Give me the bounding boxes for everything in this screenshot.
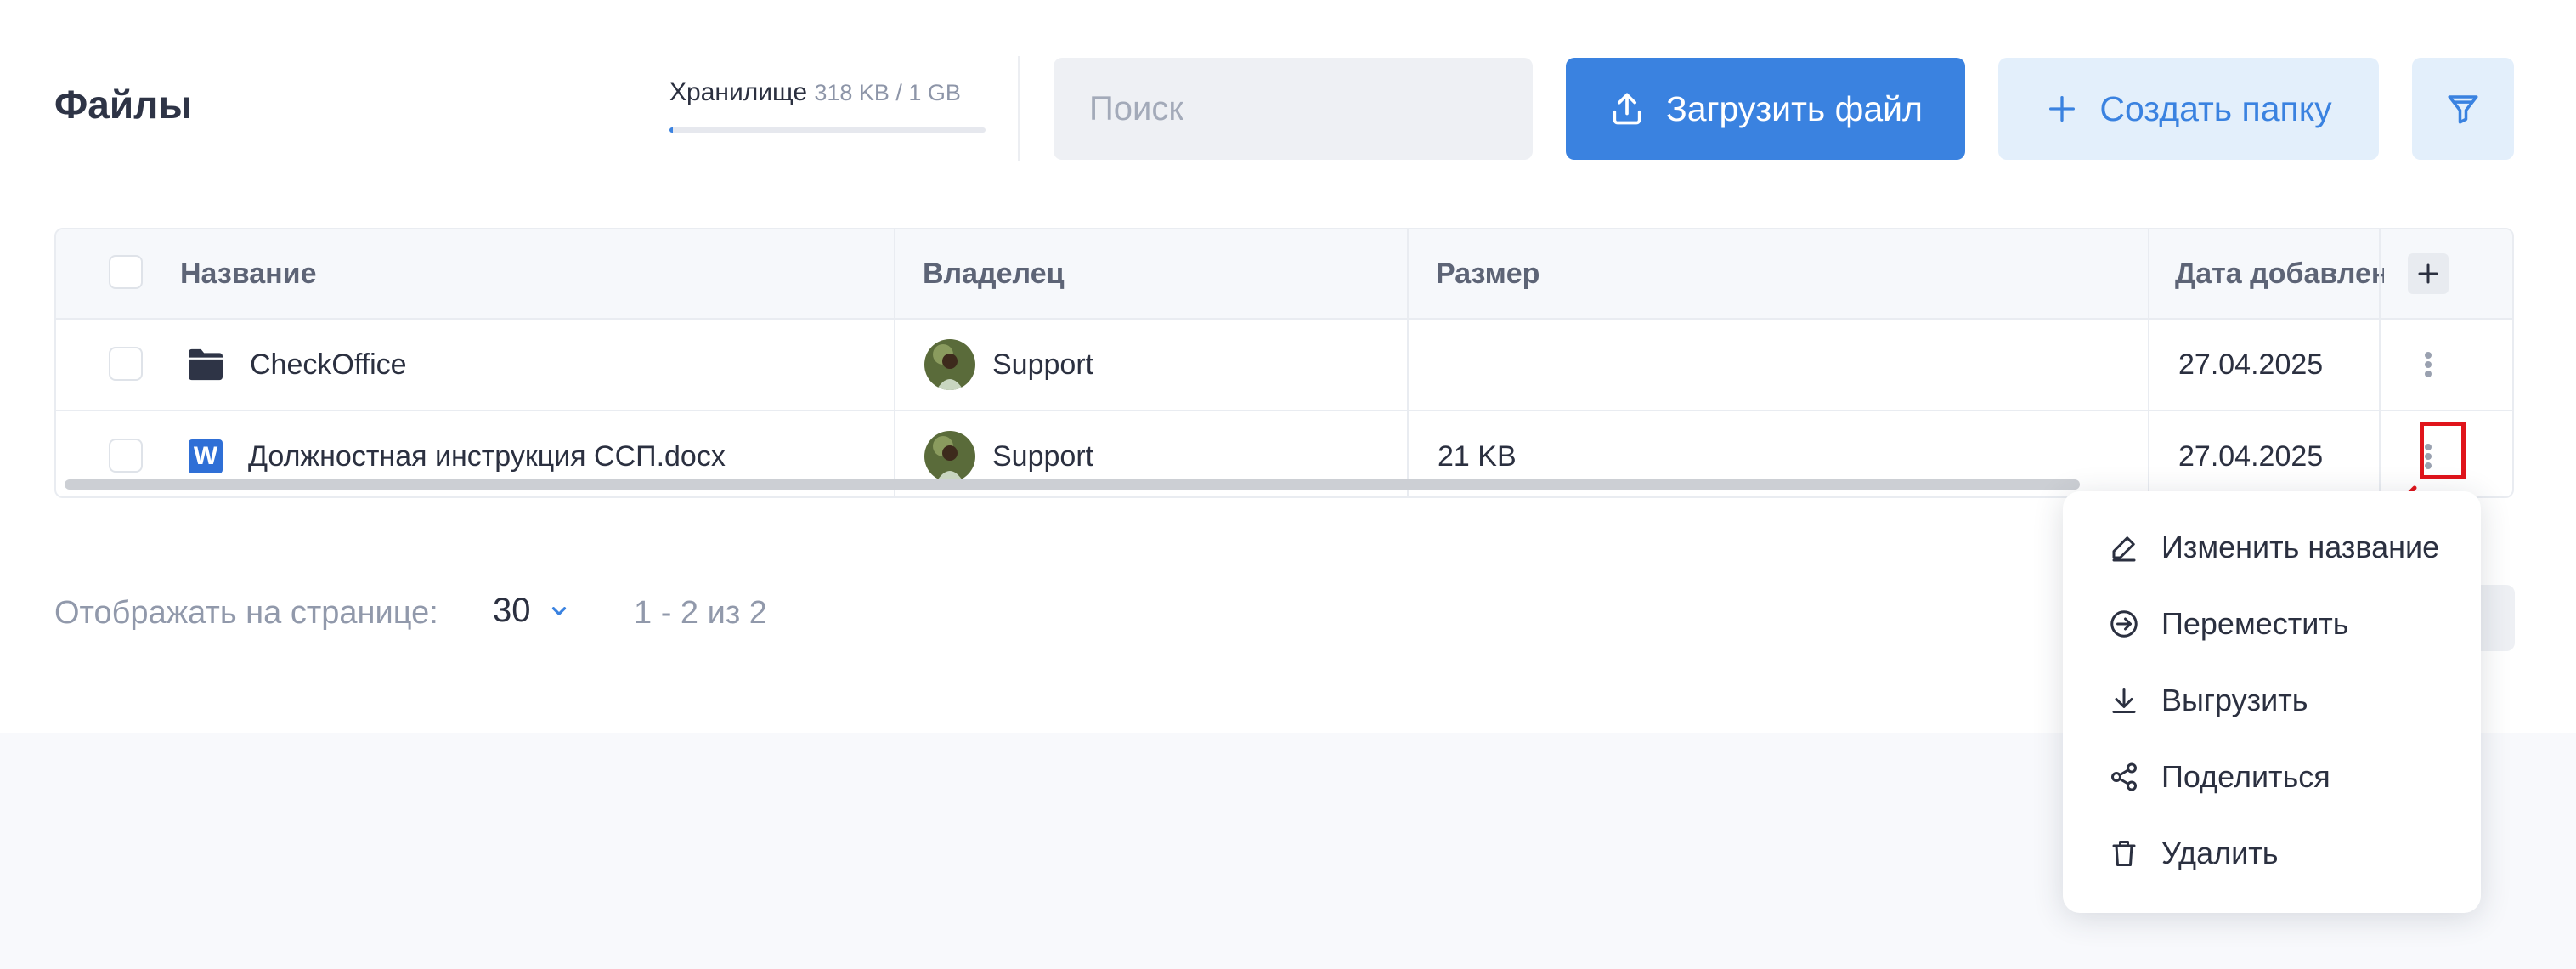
highlight-annotation (2420, 422, 2466, 479)
date-added: 27.04.2025 (2178, 348, 2324, 381)
menu-item-label: Переместить (2161, 606, 2349, 641)
owner-name: Support (992, 348, 1094, 381)
edit-icon (2112, 536, 2136, 562)
plus-icon (2418, 264, 2438, 284)
plus-icon (2049, 96, 2076, 122)
storage-value: 318 KB / 1 GB (814, 80, 961, 105)
storage-indicator: Хранилище 318 KB / 1 GB (669, 78, 986, 133)
file-name[interactable]: Должностная инструкция ССП.docx (248, 440, 726, 473)
row-actions-button[interactable] (2411, 348, 2445, 382)
menu-item-label: Поделиться (2161, 759, 2330, 794)
column-header-date[interactable]: Дата добавления (2175, 230, 2384, 318)
avatar (924, 431, 975, 482)
filter-icon (2448, 95, 2478, 124)
folder-icon (189, 348, 223, 381)
menu-item-delete[interactable]: Удалить (2109, 826, 2278, 881)
search-input[interactable] (1054, 58, 1533, 160)
table-row[interactable]: CheckOffice Support 27.04.2025 (56, 320, 2512, 411)
menu-item-move[interactable]: Переместить (2109, 597, 2349, 651)
move-icon (2110, 610, 2138, 638)
row-checkbox[interactable] (109, 439, 143, 473)
file-name[interactable]: CheckOffice (250, 348, 407, 382)
column-header-owner[interactable]: Владелец (923, 230, 1398, 318)
more-vertical-icon (2425, 352, 2432, 377)
date-added: 27.04.2025 (2178, 439, 2324, 473)
filter-button[interactable] (2412, 58, 2514, 160)
chevron-down-icon (551, 606, 566, 615)
download-icon (2112, 688, 2136, 713)
row-checkbox[interactable] (109, 347, 143, 381)
create-folder-label: Создать папку (2099, 88, 2332, 128)
upload-icon (1613, 93, 1641, 125)
menu-item-label: Выгрузить (2161, 683, 2308, 717)
horizontal-scrollbar[interactable] (65, 479, 2080, 490)
row-context-menu: Изменить название Переместить Выгрузить … (2063, 491, 2481, 913)
header-divider (1018, 56, 1020, 162)
share-icon (2111, 762, 2137, 791)
per-page-label: Отображать на странице: (54, 595, 438, 631)
word-document-icon: W (189, 439, 223, 473)
menu-item-rename[interactable]: Изменить название (2109, 520, 2439, 575)
menu-item-share[interactable]: Поделиться (2109, 750, 2330, 804)
owner-name: Support (992, 439, 1094, 473)
add-column-button[interactable] (2408, 253, 2449, 294)
per-page-value: 30 (493, 592, 531, 629)
menu-item-download[interactable]: Выгрузить (2109, 673, 2308, 728)
select-all-checkbox[interactable] (109, 255, 143, 289)
upload-file-label: Загрузить файл (1666, 88, 1923, 128)
upload-file-button[interactable]: Загрузить файл (1566, 58, 1965, 160)
column-header-size[interactable]: Размер (1436, 230, 2116, 318)
trash-icon (2112, 841, 2136, 866)
files-table: Название Владелец Размер Дата добавления… (54, 228, 2514, 498)
avatar (924, 339, 975, 390)
menu-item-label: Изменить название (2161, 530, 2440, 564)
per-page-select[interactable]: 30 (493, 592, 570, 630)
create-folder-button[interactable]: Создать папку (1998, 58, 2379, 160)
pagination-range: 1 - 2 из 2 (634, 595, 767, 631)
storage-progress-fill (669, 128, 673, 133)
table-header: Название Владелец Размер Дата добавления (56, 230, 2512, 320)
storage-label: Хранилище (669, 78, 807, 106)
storage-progress-bar (669, 128, 986, 133)
menu-item-label: Удалить (2161, 836, 2279, 870)
page-title: Файлы (54, 82, 192, 127)
column-header-name[interactable]: Название (180, 230, 860, 318)
